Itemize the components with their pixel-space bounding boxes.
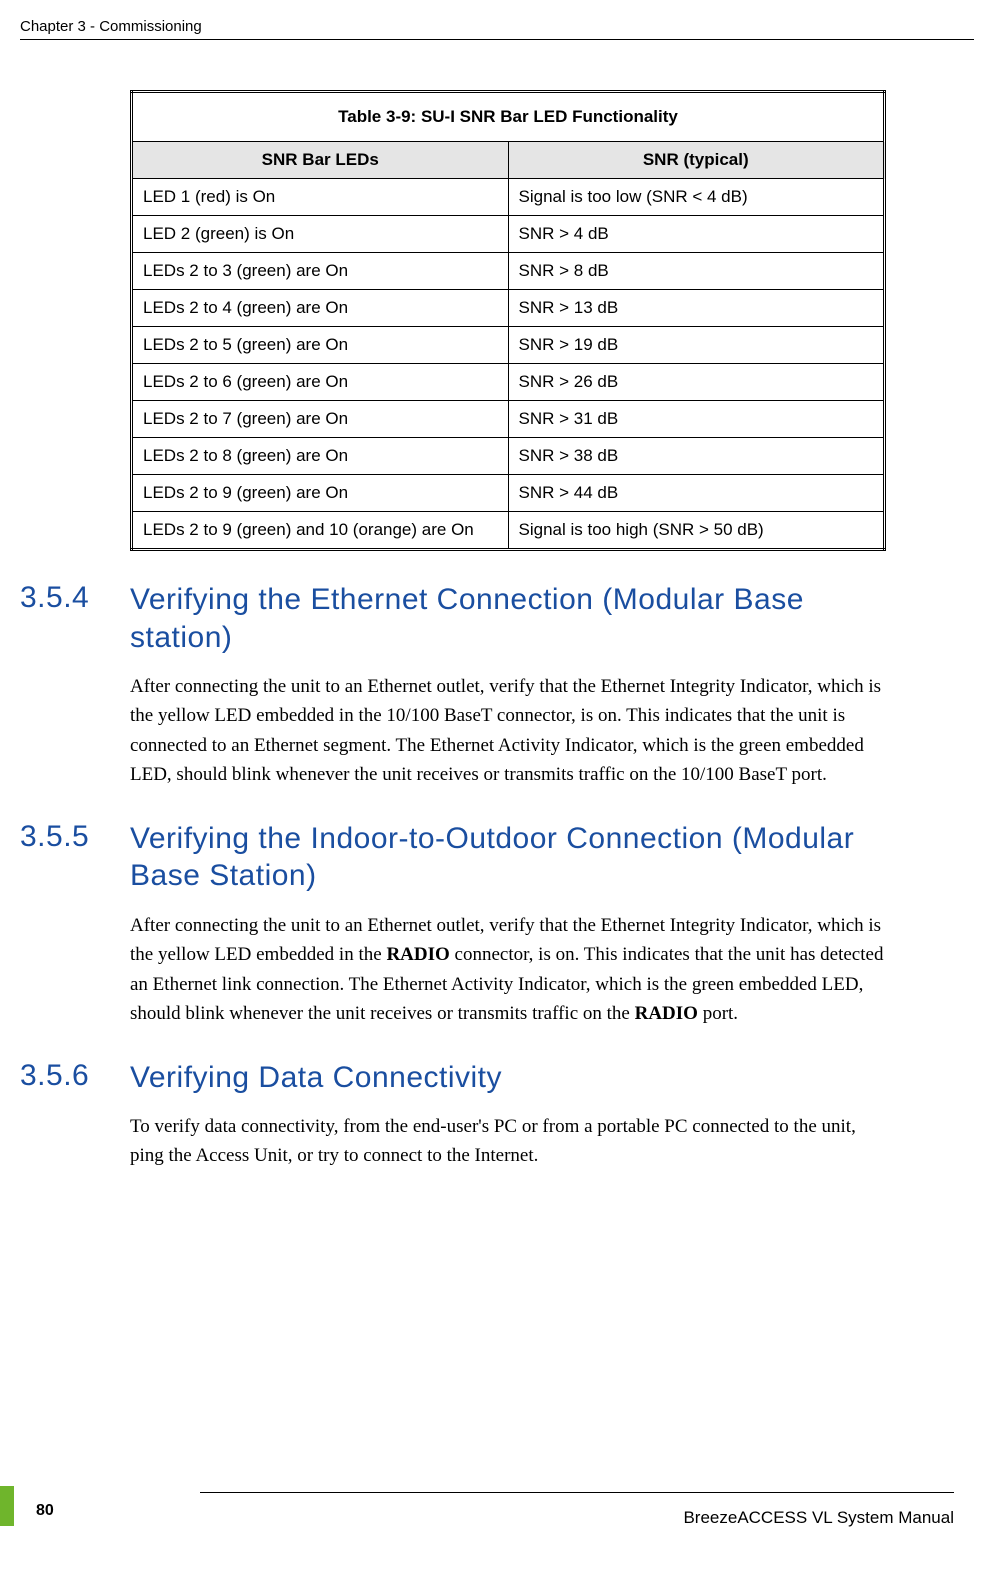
page-footer: 80 BreezeACCESS VL System Manual [0, 1492, 994, 1542]
table-cell-led: LEDs 2 to 7 (green) are On [132, 401, 509, 438]
section-title: Verifying the Indoor-to-Outdoor Connecti… [130, 820, 886, 895]
section-title: Verifying the Ethernet Connection (Modul… [130, 581, 886, 656]
section-heading: 3.5.6Verifying Data Connectivity [20, 1059, 886, 1097]
section-heading: 3.5.4Verifying the Ethernet Connection (… [20, 581, 886, 656]
table-cell-led: LEDs 2 to 3 (green) are On [132, 253, 509, 290]
section-number: 3.5.5 [20, 820, 130, 895]
section: 3.5.4Verifying the Ethernet Connection (… [130, 581, 886, 790]
table-col2-head: SNR (typical) [508, 142, 885, 179]
table-row: LEDs 2 to 6 (green) are OnSNR > 26 dB [132, 364, 885, 401]
table-cell-snr: SNR > 13 dB [508, 290, 885, 327]
table-col1-head: SNR Bar LEDs [132, 142, 509, 179]
page-header: Chapter 3 - Commissioning [20, 18, 974, 40]
section-heading: 3.5.5Verifying the Indoor-to-Outdoor Con… [20, 820, 886, 895]
table-row: LEDs 2 to 9 (green) are OnSNR > 44 dB [132, 475, 885, 512]
table-row: LED 1 (red) is OnSignal is too low (SNR … [132, 179, 885, 216]
table-cell-led: LEDs 2 to 9 (green) and 10 (orange) are … [132, 512, 509, 550]
table-cell-snr: SNR > 38 dB [508, 438, 885, 475]
table-cell-snr: Signal is too low (SNR < 4 dB) [508, 179, 885, 216]
section-number: 3.5.6 [20, 1059, 130, 1097]
table-cell-led: LEDs 2 to 5 (green) are On [132, 327, 509, 364]
table-row: LEDs 2 to 8 (green) are OnSNR > 38 dB [132, 438, 885, 475]
section-number: 3.5.4 [20, 581, 130, 656]
table-row: LEDs 2 to 4 (green) are OnSNR > 13 dB [132, 290, 885, 327]
section-body: To verify data connectivity, from the en… [130, 1112, 886, 1171]
snr-led-table: Table 3-9: SU-I SNR Bar LED Functionalit… [130, 90, 886, 551]
table-row: LEDs 2 to 5 (green) are OnSNR > 19 dB [132, 327, 885, 364]
table-cell-led: LED 1 (red) is On [132, 179, 509, 216]
table-cell-snr: SNR > 44 dB [508, 475, 885, 512]
table-cell-led: LEDs 2 to 9 (green) are On [132, 475, 509, 512]
table-row: LED 2 (green) is OnSNR > 4 dB [132, 216, 885, 253]
table-header-row: SNR Bar LEDs SNR (typical) [132, 142, 885, 179]
table-cell-led: LEDs 2 to 4 (green) are On [132, 290, 509, 327]
table-caption-row: Table 3-9: SU-I SNR Bar LED Functionalit… [132, 92, 885, 142]
manual-title: BreezeACCESS VL System Manual [683, 1508, 954, 1528]
table-row: LEDs 2 to 9 (green) and 10 (orange) are … [132, 512, 885, 550]
section-body: After connecting the unit to an Ethernet… [130, 672, 886, 790]
table-cell-snr: SNR > 4 dB [508, 216, 885, 253]
section: 3.5.6Verifying Data ConnectivityTo verif… [130, 1059, 886, 1171]
table-cell-snr: Signal is too high (SNR > 50 dB) [508, 512, 885, 550]
table-caption: Table 3-9: SU-I SNR Bar LED Functionalit… [132, 92, 885, 142]
table-cell-led: LEDs 2 to 6 (green) are On [132, 364, 509, 401]
table-cell-snr: SNR > 31 dB [508, 401, 885, 438]
section-body: After connecting the unit to an Ethernet… [130, 911, 886, 1029]
section-title: Verifying Data Connectivity [130, 1059, 502, 1097]
table-cell-snr: SNR > 8 dB [508, 253, 885, 290]
table-cell-snr: SNR > 19 dB [508, 327, 885, 364]
table-cell-led: LEDs 2 to 8 (green) are On [132, 438, 509, 475]
table-row: LEDs 2 to 3 (green) are OnSNR > 8 dB [132, 253, 885, 290]
footer-rule [200, 1492, 954, 1493]
section: 3.5.5Verifying the Indoor-to-Outdoor Con… [130, 820, 886, 1029]
page-number: 80 [36, 1502, 54, 1520]
chapter-label: Chapter 3 - Commissioning [20, 18, 202, 35]
footer-accent-bar [0, 1486, 14, 1526]
page-content: Table 3-9: SU-I SNR Bar LED Functionalit… [130, 90, 886, 1171]
table-cell-snr: SNR > 26 dB [508, 364, 885, 401]
table-row: LEDs 2 to 7 (green) are OnSNR > 31 dB [132, 401, 885, 438]
table-cell-led: LED 2 (green) is On [132, 216, 509, 253]
